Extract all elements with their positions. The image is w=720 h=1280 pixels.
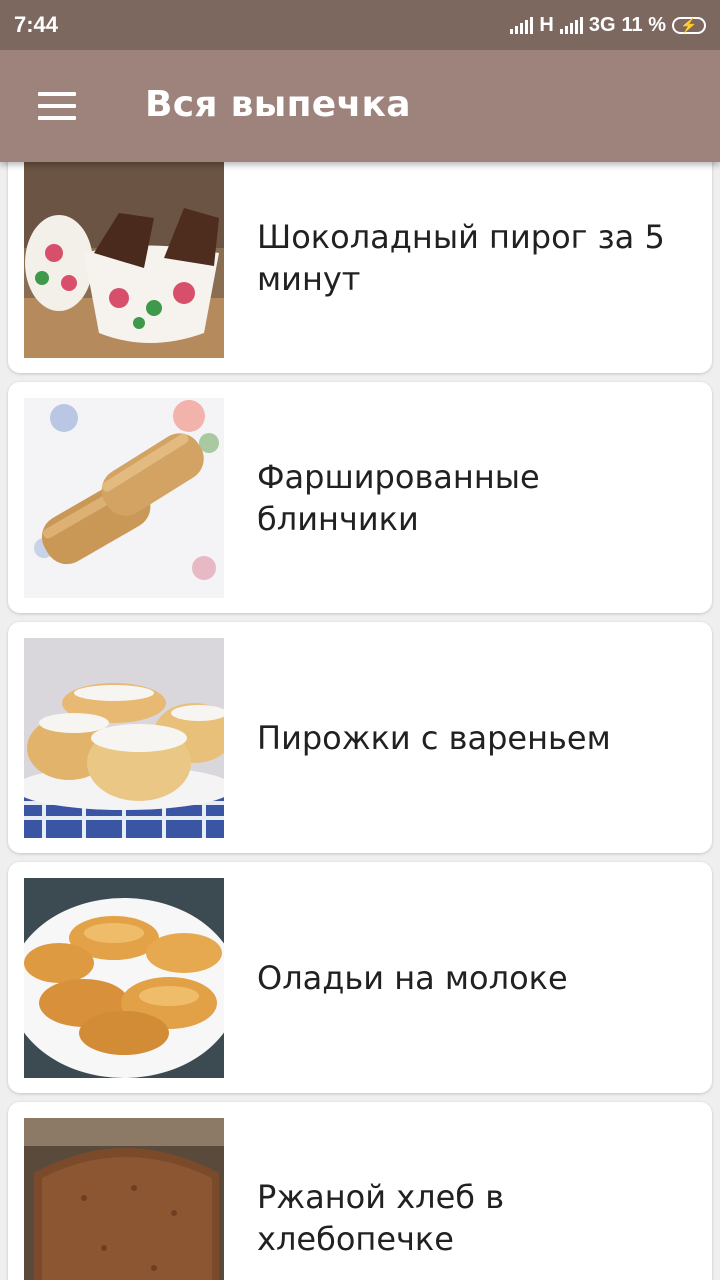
recipe-card[interactable]: Оладьи на молоке bbox=[8, 862, 712, 1093]
page-title: Вся выпечка bbox=[145, 84, 411, 125]
menu-icon-line bbox=[38, 92, 76, 96]
recipe-title: Ржаной хлеб в хлебопечке bbox=[257, 1177, 505, 1258]
recipe-image-jam-pastries bbox=[24, 638, 224, 838]
recipe-image-stuffed-crepes bbox=[24, 398, 224, 598]
recipe-title: Оладьи на молоке bbox=[257, 958, 568, 997]
status-bar: 7:44 H 3G 11 % ⚡ bbox=[0, 0, 720, 50]
menu-icon-line bbox=[38, 104, 76, 108]
status-icons: H 3G 11 % ⚡ bbox=[510, 14, 706, 37]
network-type-1: H bbox=[539, 13, 554, 36]
recipe-title: Шоколадный пирог за 5 минут bbox=[257, 217, 665, 298]
battery-charging-icon: ⚡ bbox=[672, 16, 706, 34]
recipe-card[interactable]: Шоколадный пирог за 5 минут bbox=[8, 162, 712, 373]
recipe-card[interactable]: Фаршированные блинчики bbox=[8, 382, 712, 613]
recipe-image-chocolate-pie bbox=[24, 162, 224, 358]
menu-button[interactable] bbox=[38, 92, 76, 120]
recipe-card[interactable]: Пирожки с вареньем bbox=[8, 622, 712, 853]
status-time: 7:44 bbox=[14, 12, 59, 37]
recipe-title: Пирожки с вареньем bbox=[257, 718, 611, 757]
recipe-title: Фаршированные блинчики bbox=[257, 457, 540, 538]
signal-icon bbox=[510, 16, 534, 34]
battery-percent: 11 % bbox=[621, 13, 666, 36]
recipe-card[interactable]: Ржаной хлеб в хлебопечке bbox=[8, 1102, 712, 1280]
recipe-image-pancakes bbox=[24, 878, 224, 1078]
menu-icon-line bbox=[38, 116, 76, 120]
recipe-list[interactable]: Шоколадный пирог за 5 минут Фаршированны… bbox=[0, 162, 720, 1280]
signal-icon bbox=[559, 16, 583, 34]
app-bar: Вся выпечка bbox=[0, 50, 720, 162]
recipe-image-rye-bread bbox=[24, 1118, 224, 1280]
network-type-2: 3G bbox=[588, 13, 616, 36]
